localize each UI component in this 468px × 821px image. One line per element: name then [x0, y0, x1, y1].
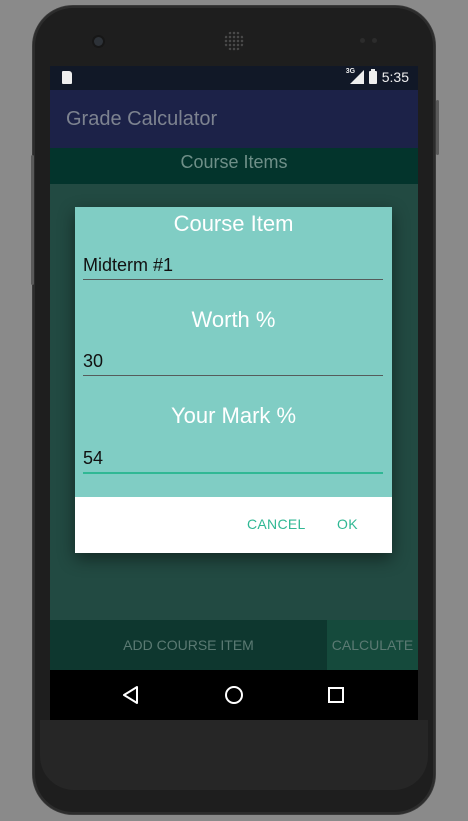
- network-type: 3G: [345, 68, 356, 75]
- mark-input[interactable]: [83, 444, 383, 474]
- earpiece-speaker: [224, 31, 244, 51]
- front-camera: [94, 37, 103, 46]
- course-item-dialog: Course Item Worth % Your Mark % CANCEL O…: [75, 207, 392, 553]
- ok-button[interactable]: OK: [337, 516, 358, 532]
- signal-icon: 3G: [346, 68, 364, 84]
- worth-input[interactable]: [83, 347, 383, 376]
- status-bar: 3G 5:35: [50, 66, 418, 90]
- back-icon[interactable]: [120, 684, 142, 706]
- side-button-left: [31, 155, 34, 285]
- light-sensor: [372, 38, 377, 43]
- worth-label: Worth %: [191, 307, 276, 332]
- status-time: 5:35: [381, 69, 409, 85]
- phone-chin: [40, 720, 428, 790]
- add-course-item-button[interactable]: ADD COURSE ITEM: [50, 620, 327, 670]
- proximity-sensor: [360, 38, 365, 43]
- bottom-action-bar: ADD COURSE ITEM CALCULATE: [50, 620, 418, 670]
- app-bar: Grade Calculator: [50, 90, 418, 148]
- cancel-button[interactable]: CANCEL: [247, 516, 306, 532]
- status-right: 3G 5:35: [346, 68, 409, 85]
- calculate-button[interactable]: CALCULATE: [327, 620, 418, 670]
- battery-icon: [368, 68, 377, 84]
- mark-label: Your Mark %: [170, 403, 297, 428]
- dialog-body: Course Item Worth % Your Mark %: [75, 207, 392, 497]
- navigation-bar: [50, 670, 418, 720]
- home-icon[interactable]: [223, 684, 245, 706]
- app-title: Grade Calculator: [66, 108, 218, 130]
- recents-icon[interactable]: [325, 684, 347, 706]
- course-item-input[interactable]: [83, 251, 383, 280]
- course-items-header: Course Items: [50, 148, 418, 184]
- sd-card-icon: [62, 71, 72, 84]
- side-button-right: [436, 100, 439, 155]
- dialog-actions: CANCEL OK: [75, 497, 392, 553]
- course-item-label: Course Item: [173, 211, 294, 236]
